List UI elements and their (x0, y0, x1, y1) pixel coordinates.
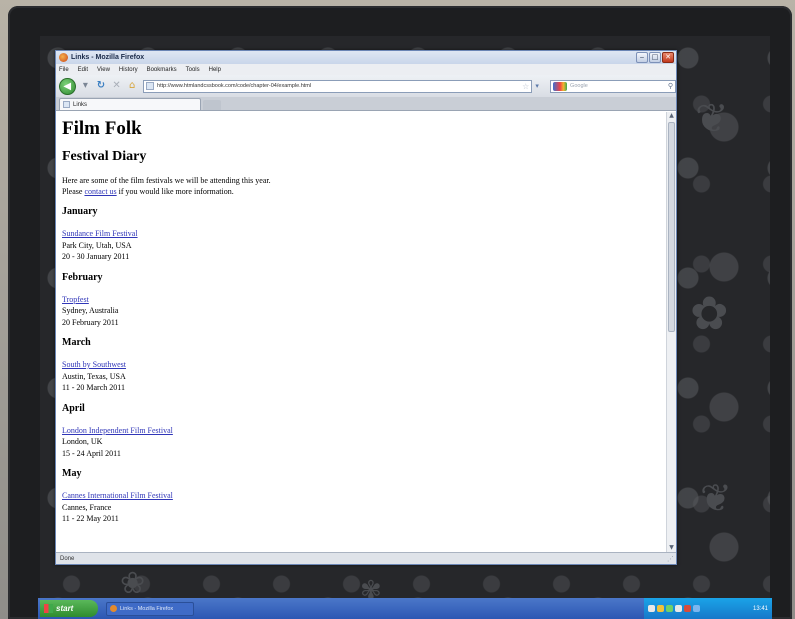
window-title: Links - Mozilla Firefox (71, 54, 145, 61)
taskbar: start Links - Mozilla Firefox 13:41 (38, 598, 772, 619)
tray-alert-icon[interactable] (684, 605, 691, 612)
tab-links[interactable]: Links (59, 98, 201, 110)
status-text: Done (60, 555, 75, 562)
month-heading: February (62, 271, 103, 283)
window-controls: ‒ □ ✕ (636, 52, 674, 63)
festival-link[interactable]: Tropfest (62, 295, 89, 304)
festival-entry: London Independent Film Festival London,… (62, 425, 667, 460)
taskbar-item-label: Links - Mozilla Firefox (120, 605, 174, 612)
scrollbar-thumb[interactable] (668, 122, 675, 332)
festival-link[interactable]: South by Southwest (62, 360, 126, 369)
menu-bar: File Edit View History Bookmarks Tools H… (56, 64, 676, 75)
tab-strip: Links (56, 97, 676, 111)
close-button[interactable]: ✕ (662, 52, 674, 63)
search-engine-icon[interactable] (553, 81, 568, 91)
festival-dates: 15 - 24 April 2011 (62, 448, 121, 458)
festival-entry: South by Southwest Austin, Texas, USA 11… (62, 359, 667, 394)
firefox-icon (110, 605, 117, 612)
maximize-button[interactable]: □ (649, 52, 661, 63)
system-tray: 13:41 (644, 598, 772, 619)
menu-history[interactable]: History (119, 67, 138, 73)
tray-volume-icon[interactable] (675, 605, 682, 612)
festival-location: London, UK (62, 437, 103, 446)
start-label: start (56, 604, 74, 613)
wallpaper-flower-icon: ✿ (690, 286, 729, 340)
search-icon[interactable]: ⚲ (668, 82, 673, 90)
windows-logo-icon (44, 604, 53, 613)
browser-window: Links - Mozilla Firefox ‒ □ ✕ File Edit … (55, 50, 677, 565)
window-titlebar[interactable]: Links - Mozilla Firefox ‒ □ ✕ (56, 51, 676, 64)
festival-location: Park City, Utah, USA (62, 240, 132, 250)
festival-link[interactable]: Sundance Film Festival (62, 229, 138, 238)
festival-dates: 11 - 20 March 2011 (62, 383, 125, 392)
month-heading: March (62, 337, 91, 348)
month-heading: April (62, 402, 85, 414)
festival-dates: 11 - 22 May 2011 (62, 514, 119, 523)
tray-display-icon[interactable] (693, 605, 700, 612)
festival-link[interactable]: Cannes International Film Festival (62, 491, 173, 500)
site-title: Film Folk (62, 118, 142, 139)
intro-prefix: Please (62, 187, 85, 196)
menu-file[interactable]: File (59, 67, 69, 73)
scroll-up-icon[interactable]: ▲ (667, 112, 676, 121)
url-text: http://www.htmlandcssbook.com/code/chapt… (157, 83, 312, 89)
dropdown-arrow-icon[interactable]: ▾ (535, 82, 544, 90)
intro-line: Here are some of the film festivals we w… (62, 176, 271, 185)
festival-location: Austin, Texas, USA (62, 371, 126, 381)
minimize-button[interactable]: ‒ (636, 52, 648, 63)
menu-tools[interactable]: Tools (186, 67, 200, 73)
wallpaper-flower-icon: ❀ (120, 566, 146, 601)
history-dropdown-icon[interactable]: ▾ (80, 80, 92, 92)
tray-network-icon[interactable] (648, 605, 655, 612)
festival-entry: Tropfest Sydney, Australia 20 February 2… (62, 294, 667, 329)
page-content: Film Folk Festival Diary Here are some o… (56, 112, 667, 553)
home-button[interactable]: ⌂ (126, 80, 138, 92)
status-bar: Done ⋰ (56, 552, 676, 564)
back-button[interactable]: ◀ (59, 77, 76, 95)
taskbar-item-firefox[interactable]: Links - Mozilla Firefox (106, 601, 194, 616)
search-placeholder: Google (570, 83, 588, 89)
reload-button[interactable]: ↻ (95, 80, 107, 92)
firefox-icon (59, 53, 68, 62)
new-tab-button[interactable] (203, 100, 221, 110)
navigation-toolbar: ◀ ▾ ↻ ✕ ⌂ http://www.htmlandcssbook.com/… (56, 75, 677, 97)
intro-suffix: if you would like more information. (116, 187, 234, 196)
tray-shield-icon[interactable] (657, 605, 664, 612)
start-button[interactable]: start (40, 600, 98, 617)
page-favicon-icon (146, 82, 155, 90)
festival-dates: 20 February 2011 (62, 317, 119, 327)
festival-location: Sydney, Australia (62, 306, 119, 315)
month-heading: January (62, 206, 98, 217)
clock: 13:41 (752, 605, 768, 612)
search-input[interactable]: Google ⚲ (550, 79, 677, 93)
festival-entry: Cannes International Film Festival Canne… (62, 490, 667, 525)
menu-edit[interactable]: Edit (78, 67, 88, 73)
tray-update-icon[interactable] (666, 605, 673, 612)
menu-view[interactable]: View (97, 67, 110, 73)
month-heading: May (62, 468, 82, 479)
resize-grip-icon[interactable]: ⋰ (667, 555, 674, 563)
tab-label: Links (73, 101, 88, 108)
bookmark-star-icon[interactable]: ☆ (522, 82, 529, 91)
festival-dates: 20 - 30 January 2011 (62, 252, 130, 261)
menu-help[interactable]: Help (209, 67, 221, 73)
stop-button[interactable]: ✕ (111, 80, 123, 92)
contact-link[interactable]: contact us (84, 187, 116, 196)
address-bar[interactable]: http://www.htmlandcssbook.com/code/chapt… (143, 79, 533, 93)
page-heading: Festival Diary (62, 149, 147, 164)
vertical-scrollbar[interactable]: ▲ ▼ (666, 112, 676, 553)
festival-entry: Sundance Film Festival Park City, Utah, … (62, 228, 667, 263)
intro-paragraph: Here are some of the film festivals we w… (62, 175, 667, 197)
menu-bookmarks[interactable]: Bookmarks (147, 67, 177, 73)
wallpaper-flower-icon: ❦ (700, 476, 732, 520)
festival-link[interactable]: London Independent Film Festival (62, 426, 173, 435)
wallpaper-flower-icon: ❦ (695, 96, 729, 142)
tab-favicon-icon (63, 101, 70, 108)
festival-location: Cannes, France (62, 502, 112, 512)
